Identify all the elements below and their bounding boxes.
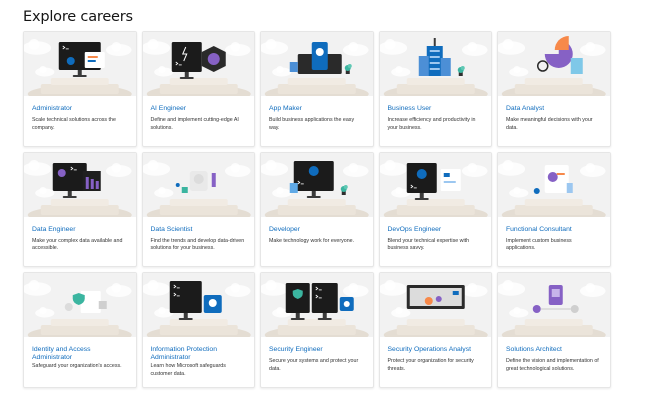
career-description: Scale technical solutions across the com… — [32, 117, 116, 131]
career-title[interactable]: Information Protection Administrator — [143, 337, 255, 362]
career-description: Make your complex data available and acc… — [32, 237, 123, 252]
career-title[interactable]: Data Engineer — [24, 217, 136, 234]
career-card-data-analyst[interactable]: Data Analyst Make meaningful decisions w… — [497, 31, 611, 147]
devops-illustration-icon — [379, 159, 488, 217]
career-title[interactable]: Functional Consultant — [498, 217, 610, 234]
career-thumbnail — [498, 273, 610, 337]
career-card-security-engineer[interactable]: Security Engineer Secure your systems an… — [260, 272, 374, 388]
career-card-functional-consultant[interactable]: Functional Consultant Implement custom b… — [497, 151, 611, 267]
career-card-security-operations-analyst[interactable]: Security Operations Analyst Protect your… — [378, 272, 492, 388]
career-thumbnail — [142, 32, 254, 96]
career-title[interactable]: DevOps Engineer — [380, 217, 492, 234]
career-thumbnail — [24, 152, 136, 217]
business-user-illustration-icon — [379, 38, 488, 96]
career-title[interactable]: App Maker — [261, 96, 373, 113]
career-thumbnail — [379, 152, 491, 217]
career-title[interactable]: Data Scientist — [143, 217, 255, 234]
career-title[interactable]: Business User — [380, 96, 492, 113]
career-thumbnail — [498, 152, 610, 217]
career-card-business-user[interactable]: Business User Increase efficiency and pr… — [378, 31, 492, 147]
career-description: Build business applications the easy way… — [269, 117, 355, 131]
career-title[interactable]: Identity and Access Administrator — [24, 337, 136, 362]
career-card-identity-access-administrator[interactable]: Identity and Access Administrator Safegu… — [23, 272, 137, 388]
career-title[interactable]: Administrator — [24, 96, 136, 113]
career-thumbnail — [142, 273, 254, 337]
career-card-devops-engineer[interactable]: DevOps Engineer Blend your technical exp… — [378, 151, 492, 267]
career-description: Secure your systems and protect your dat… — [269, 358, 359, 372]
career-thumbnail — [379, 273, 491, 337]
career-card-app-maker[interactable]: App Maker Build business applications th… — [260, 31, 374, 147]
career-card-administrator[interactable]: Administrator Scale technical solutions … — [23, 31, 137, 147]
career-card-solutions-architect[interactable]: Solutions Architect Define the vision an… — [497, 272, 611, 388]
career-card-data-scientist[interactable]: Data Scientist Find the trends and devel… — [141, 151, 255, 267]
security-engineer-illustration-icon — [261, 280, 369, 337]
career-title[interactable]: Solutions Architect — [498, 337, 610, 354]
identity-access-illustration-icon — [24, 280, 132, 337]
career-description: Find the trends and develop data-driven … — [150, 237, 245, 252]
career-card-ai-engineer[interactable]: AI Engineer Define and implement cutting… — [141, 31, 255, 147]
ai-illustration-icon — [142, 39, 251, 96]
functional-consultant-illustration-icon — [498, 159, 606, 217]
career-title[interactable]: Developer — [261, 217, 373, 234]
career-description: Increase efficiency and productivity in … — [387, 117, 476, 131]
data-scientist-illustration-icon — [142, 159, 251, 217]
career-title[interactable]: Data Analyst — [498, 96, 610, 113]
career-thumbnail — [261, 273, 373, 337]
career-description: Define the vision and implementation of … — [506, 358, 599, 372]
career-thumbnail — [498, 32, 610, 96]
career-description: Blend your technical expertise with busi… — [387, 237, 470, 252]
career-title[interactable]: Security Operations Analyst — [380, 337, 492, 354]
data-analyst-illustration-icon — [498, 36, 606, 96]
admin-illustration-icon — [24, 39, 132, 96]
career-card-data-engineer[interactable]: Data Engineer Make your complex data ava… — [23, 151, 137, 267]
career-description: Implement custom business applications. — [506, 237, 572, 252]
career-description: Learn how Microsoft safeguards customer … — [150, 363, 226, 377]
career-description: Define and implement cutting-edge AI sol… — [150, 117, 239, 131]
career-description: Make meaningful decisions with your data… — [506, 117, 593, 131]
career-description: Protect your organization for security t… — [387, 358, 474, 372]
career-thumbnail — [379, 32, 491, 96]
data-engineer-illustration-icon — [24, 159, 132, 217]
career-thumbnail — [261, 32, 373, 96]
career-description: Make technology work for everyone. — [269, 237, 355, 244]
security-operations-illustration-icon — [379, 280, 488, 337]
career-thumbnail — [24, 32, 136, 96]
solutions-architect-illustration-icon — [498, 280, 606, 337]
career-card-developer[interactable]: Developer Make technology work for every… — [260, 151, 374, 267]
career-description: Safeguard your organization's access. — [32, 363, 122, 369]
career-card-information-protection-administrator[interactable]: Information Protection Administrator Lea… — [141, 272, 255, 388]
career-thumbnail — [24, 273, 136, 337]
app-maker-illustration-icon — [261, 39, 369, 96]
page-title: Explore careers — [23, 9, 133, 25]
career-title[interactable]: Security Engineer — [261, 337, 373, 354]
career-thumbnail — [261, 152, 373, 217]
career-thumbnail — [142, 152, 254, 217]
information-protection-illustration-icon — [142, 280, 251, 337]
career-title[interactable]: AI Engineer — [143, 96, 255, 113]
developer-illustration-icon — [261, 159, 369, 217]
careers-grid: Administrator Scale technical solutions … — [23, 31, 611, 388]
